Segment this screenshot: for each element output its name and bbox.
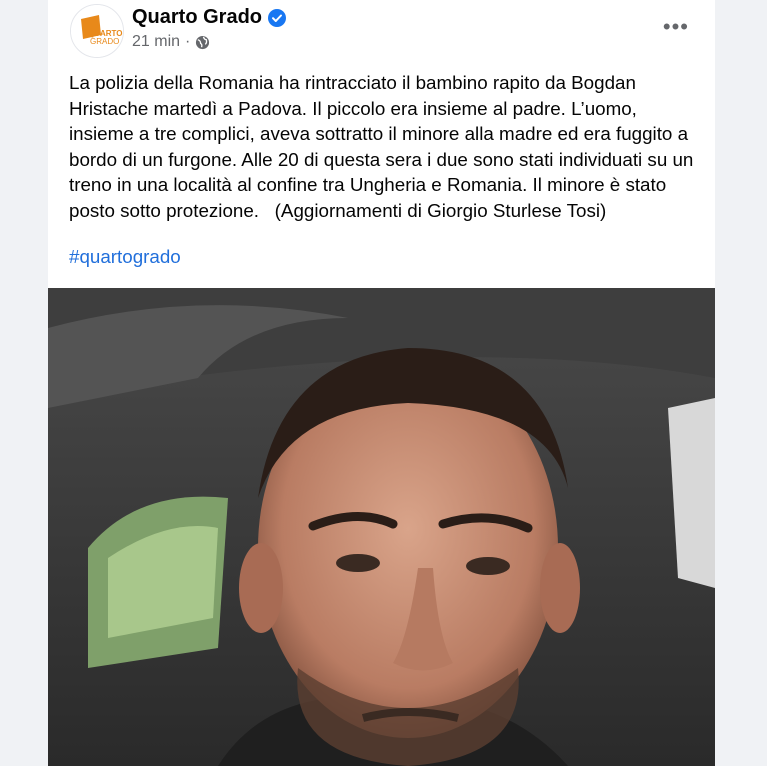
more-options-icon[interactable]: •••	[663, 14, 689, 40]
timestamp[interactable]: 21 min	[132, 33, 180, 51]
quarto-grado-logo: QUARTO GRADO	[71, 5, 123, 57]
verified-badge-icon	[268, 8, 287, 27]
globe-icon[interactable]	[195, 35, 210, 50]
post-text: La polizia della Romania ha rintracciato…	[69, 72, 699, 221]
post-photo[interactable]	[48, 288, 715, 766]
meta-separator: ·	[185, 33, 191, 50]
page-name[interactable]: Quarto Grado	[132, 6, 287, 29]
man-in-car-photo	[48, 288, 715, 766]
hashtag-link[interactable]: #quartogrado	[69, 246, 181, 268]
post-card: QUARTO GRADO Quarto Grado 21 min · ••• L…	[48, 0, 715, 766]
post-meta: 21 min ·	[132, 33, 210, 51]
author-name[interactable]: Quarto Grado	[132, 6, 262, 29]
svg-text:GRADO: GRADO	[90, 37, 119, 46]
page-avatar[interactable]: QUARTO GRADO	[70, 4, 124, 58]
